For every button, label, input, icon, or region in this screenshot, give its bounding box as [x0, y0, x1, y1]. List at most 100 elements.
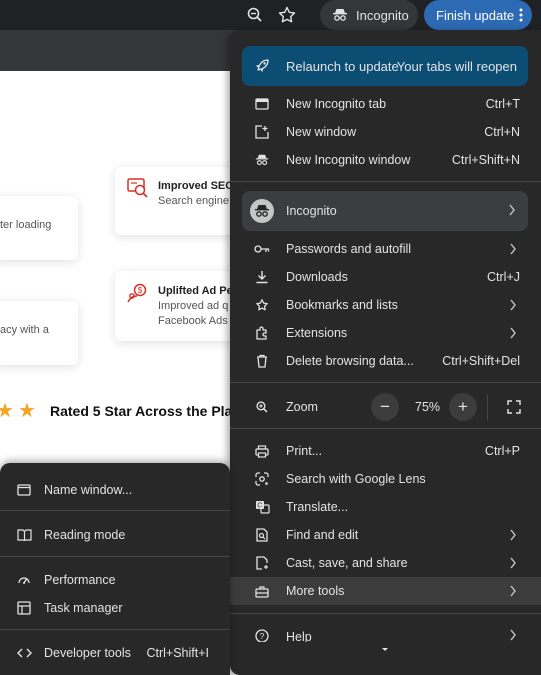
submenu-item-label: Task manager: [44, 601, 123, 615]
menu-item-cast-save-share[interactable]: Cast, save, and share: [230, 549, 541, 577]
help-icon: ?: [254, 628, 270, 642]
trash-icon: [254, 353, 270, 369]
card-text: Search engine: [158, 195, 229, 207]
translate-icon: G: [254, 499, 270, 515]
rocket-icon: [254, 58, 270, 74]
chevron-right-icon: [509, 242, 517, 256]
chrome-main-menu: Relaunch to update Your tabs will reopen…: [230, 30, 541, 675]
zoom-indicator-icon[interactable]: [245, 5, 265, 25]
finish-update-label: Finish update: [436, 7, 515, 23]
incognito-icon: [254, 152, 270, 168]
submenu-item-label: Developer tools: [44, 646, 131, 660]
card-text: ter loading: [0, 219, 52, 231]
menu-item-shortcut: Ctrl+Shift+Del: [442, 354, 520, 368]
seo-icon: [125, 175, 151, 201]
menu-divider: [230, 613, 541, 614]
menu-item-more-tools[interactable]: More tools: [230, 577, 541, 605]
print-icon: [254, 443, 270, 459]
finish-update-button[interactable]: Finish update: [424, 0, 532, 30]
menu-divider: [230, 382, 541, 383]
task-manager-icon: [16, 600, 32, 616]
fullscreen-icon[interactable]: [507, 400, 521, 414]
menu-item-label: Find and edit: [286, 528, 359, 542]
incognito-indicator[interactable]: Incognito: [320, 0, 418, 30]
menu-item-extensions[interactable]: Extensions: [230, 319, 541, 347]
zoom-label: Zoom: [286, 400, 318, 414]
menu-item-label: Delete browsing data...: [286, 354, 414, 368]
menu-item-label: New Incognito tab: [286, 97, 387, 111]
new-tab-icon: [254, 96, 270, 112]
menu-item-new-incognito-window[interactable]: New Incognito window Ctrl+Shift+N: [230, 146, 541, 174]
chevron-right-icon: [509, 298, 517, 312]
card-title: Improved SEO: [158, 180, 234, 192]
submenu-item-label: Name window...: [44, 483, 133, 497]
card-title: Uplifted Ad Pe: [158, 285, 233, 297]
more-tools-submenu: Name window... Reading mode Performance …: [0, 463, 230, 675]
menu-item-print[interactable]: Print... Ctrl+P: [230, 437, 541, 465]
menu-divider: [230, 428, 541, 429]
submenu-divider: [0, 510, 230, 511]
chevron-right-icon: [508, 203, 516, 217]
menu-item-label: Print...: [286, 444, 323, 458]
scroll-down-arrow-icon[interactable]: [380, 646, 390, 654]
menu-item-translate[interactable]: G Translate...: [230, 493, 541, 521]
menu-item-label: Downloads: [286, 270, 348, 284]
menu-item-new-window[interactable]: New window Ctrl+N: [230, 118, 541, 146]
submenu-item-shortcut: Ctrl+Shift+I: [146, 646, 209, 660]
find-icon: [254, 527, 270, 543]
svg-text:$: $: [138, 286, 143, 295]
ad-growth-icon: $: [125, 281, 151, 307]
menu-item-shortcut: Ctrl+P: [484, 444, 520, 458]
window-icon: [16, 482, 32, 498]
chevron-right-icon: [509, 326, 517, 340]
menu-item-label: Cast, save, and share: [286, 556, 408, 570]
menu-item-help[interactable]: ? Help: [230, 622, 541, 642]
submenu-item-label: Reading mode: [44, 528, 126, 542]
menu-item-google-lens[interactable]: Search with Google Lens: [230, 465, 541, 493]
menu-item-delete-browsing-data[interactable]: Delete browsing data... Ctrl+Shift+Del: [230, 347, 541, 375]
zoom-in-button[interactable]: +: [449, 393, 477, 421]
toolbox-icon: [254, 583, 270, 599]
star-icon: ★: [0, 400, 14, 422]
menu-item-label: More tools: [286, 584, 345, 598]
rating-heading: Rated 5 Star Across the Plat: [50, 403, 237, 419]
kebab-menu-icon[interactable]: [518, 7, 524, 23]
menu-item-label: New Incognito window: [286, 153, 411, 167]
submenu-item-label: Performance: [44, 573, 116, 587]
relaunch-to-update-button[interactable]: Relaunch to update Your tabs will reopen: [242, 46, 528, 86]
incognito-label: Incognito: [356, 7, 409, 23]
relaunch-note: Your tabs will reopen: [396, 58, 517, 74]
submenu-item-task-manager[interactable]: Task manager: [0, 594, 230, 622]
submenu-item-reading-mode[interactable]: Reading mode: [0, 521, 230, 549]
menu-divider: [230, 181, 541, 182]
menu-item-label: New window: [286, 125, 357, 139]
menu-item-passwords-autofill[interactable]: Passwords and autofill: [230, 235, 541, 263]
menu-item-label: Search with Google Lens: [286, 472, 426, 486]
submenu-item-performance[interactable]: Performance: [0, 566, 230, 594]
menu-item-downloads[interactable]: Downloads Ctrl+J: [230, 263, 541, 291]
submenu-divider: [0, 556, 230, 557]
menu-item-shortcut: Ctrl+N: [484, 125, 520, 139]
svg-text:?: ?: [260, 632, 265, 641]
zoom-out-button[interactable]: −: [371, 393, 399, 421]
bookmark-star-icon[interactable]: [277, 5, 297, 25]
gauge-icon: [16, 572, 32, 588]
code-icon: [16, 645, 32, 661]
profile-incognito-row[interactable]: Incognito: [242, 191, 528, 231]
menu-item-label: Bookmarks and lists: [286, 298, 398, 312]
incognito-avatar-icon: [250, 199, 274, 223]
menu-item-shortcut: Ctrl+Shift+N: [451, 153, 520, 167]
menu-item-find-and-edit[interactable]: Find and edit: [230, 521, 541, 549]
menu-item-new-incognito-tab[interactable]: New Incognito tab Ctrl+T: [230, 90, 541, 118]
chevron-right-icon: [509, 628, 517, 642]
menu-item-bookmarks-lists[interactable]: Bookmarks and lists: [230, 291, 541, 319]
incognito-icon: [332, 7, 348, 23]
book-icon: [16, 527, 32, 543]
submenu-item-name-window[interactable]: Name window...: [0, 476, 230, 504]
submenu-item-developer-tools[interactable]: Developer tools Ctrl+Shift+I: [0, 639, 230, 667]
zoom-icon: [254, 399, 270, 415]
menu-item-label: Passwords and autofill: [286, 242, 412, 256]
star-icon: [254, 297, 270, 313]
card-text: Facebook Ads: [158, 315, 228, 327]
zoom-level: 75%: [415, 400, 441, 414]
